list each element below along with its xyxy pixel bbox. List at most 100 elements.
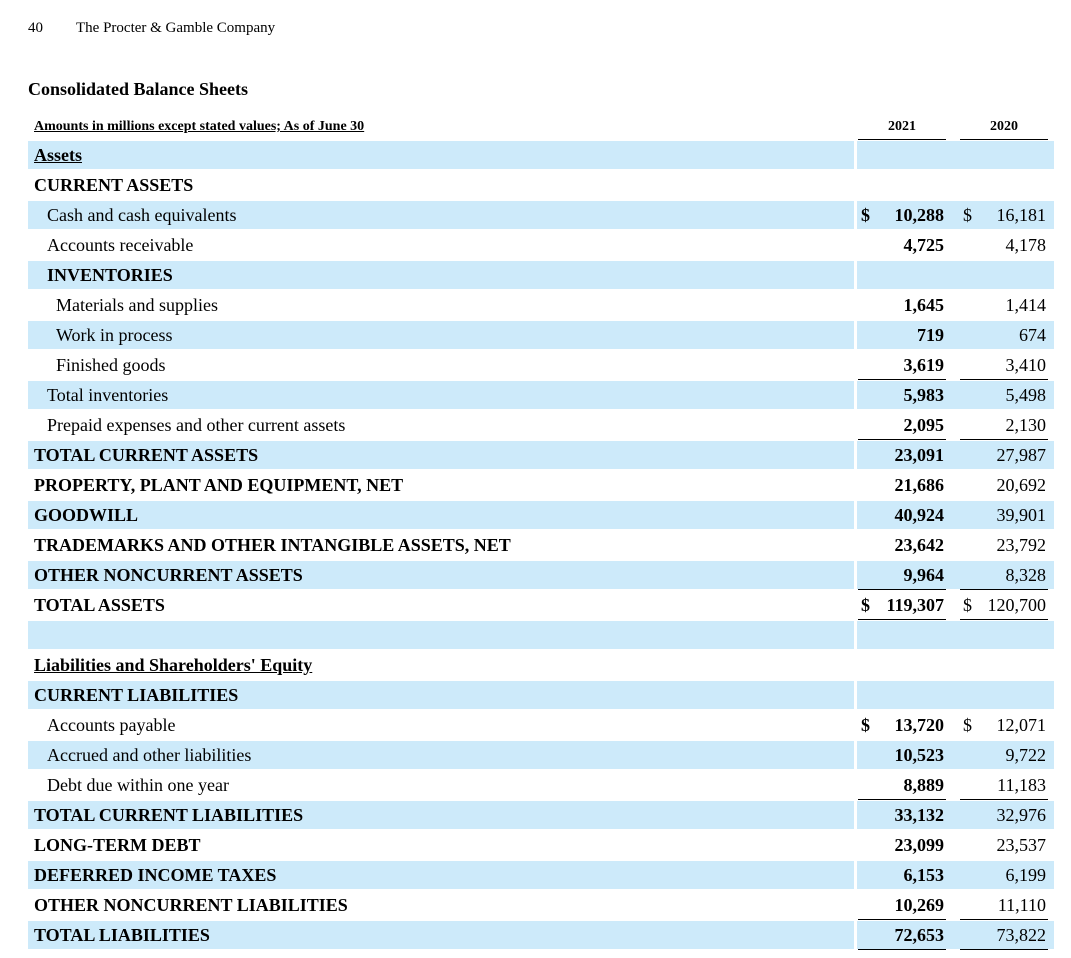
table-row: TOTAL ASSETS $119,307 $120,700 — [28, 590, 1054, 623]
amount: 9,964 — [903, 565, 945, 585]
amount: 10,523 — [894, 745, 945, 765]
amount: 6,199 — [1005, 865, 1047, 885]
table-row: INVENTORIES — [28, 260, 1054, 290]
column-gap — [854, 560, 857, 590]
row-label: DEFERRED INCOME TAXES — [34, 865, 277, 885]
table-row: GOODWILL 40,924 39,901 — [28, 500, 1054, 530]
amount: 4,178 — [1005, 235, 1047, 255]
table-row: TOTAL LIABILITIES 72,653 73,822 — [28, 920, 1054, 950]
value-2021: 719 — [858, 320, 944, 350]
column-gap — [854, 260, 857, 290]
row-label: TOTAL LIABILITIES — [34, 925, 210, 945]
amount: 2,130 — [1005, 415, 1047, 435]
row-label: Accrued and other liabilities — [47, 745, 252, 765]
column-gap — [854, 740, 857, 770]
table-row: TOTAL CURRENT LIABILITIES 33,132 32,976 — [28, 800, 1054, 830]
amount: 1,414 — [1005, 295, 1047, 315]
amount: 73,822 — [996, 925, 1047, 945]
page-header: 40 The Procter & Gamble Company — [28, 20, 275, 37]
currency-symbol: $ — [963, 205, 972, 225]
amount: 4,725 — [903, 235, 945, 255]
row-label: Materials and supplies — [56, 295, 218, 315]
value-2021: 2,095 — [858, 410, 946, 440]
value-2021: 23,099 — [858, 830, 945, 860]
row-label: CURRENT LIABILITIES — [34, 685, 239, 705]
amount: 12,071 — [996, 715, 1047, 735]
table-row: CURRENT ASSETS — [28, 170, 1054, 200]
value-2020: 5,498 — [960, 380, 1047, 410]
column-gap — [854, 680, 857, 710]
value-2021: 4,725 — [858, 230, 945, 260]
column-gap — [854, 620, 857, 650]
column-gap — [854, 860, 857, 890]
row-label: Accounts payable — [47, 715, 176, 735]
table-row: TOTAL CURRENT ASSETS 23,091 27,987 — [28, 440, 1054, 470]
value-2020: 6,199 — [960, 860, 1047, 890]
amount: 120,700 — [987, 595, 1047, 615]
table-row: Materials and supplies 1,645 1,414 — [28, 290, 1054, 320]
value-2020: 32,976 — [960, 800, 1047, 830]
currency-symbol: $ — [861, 205, 870, 225]
amount: 16,181 — [996, 205, 1047, 225]
column-gap — [854, 140, 857, 170]
value-2020: 9,722 — [960, 740, 1047, 770]
amount: 23,792 — [996, 535, 1047, 555]
value-2020: 674 — [960, 320, 1046, 350]
value-2021: 33,132 — [858, 800, 945, 830]
row-label: OTHER NONCURRENT ASSETS — [34, 565, 303, 585]
table-caption: Amounts in millions except stated values… — [34, 119, 365, 134]
row-label: Work in process — [56, 325, 173, 345]
table-row: Finished goods 3,619 3,410 — [28, 350, 1054, 380]
table-row: Total inventories 5,983 5,498 — [28, 380, 1054, 410]
value-2021: $13,720 — [858, 710, 944, 740]
value-2021: 3,619 — [858, 350, 946, 380]
table-row: Accrued and other liabilities 10,523 9,722 — [28, 740, 1054, 770]
amount: 21,686 — [894, 475, 945, 495]
currency-symbol: $ — [861, 715, 870, 735]
value-2020: 3,410 — [960, 350, 1048, 380]
table-row: Work in process 719 674 — [28, 320, 1054, 350]
row-label: PROPERTY, PLANT AND EQUIPMENT, NET — [34, 475, 404, 495]
amount: 3,410 — [1005, 355, 1047, 375]
table-row: Accounts receivable 4,725 4,178 — [28, 230, 1054, 260]
amount: 33,132 — [894, 805, 945, 825]
column-gap — [854, 500, 857, 530]
row-label: Total inventories — [47, 385, 169, 405]
currency-symbol: $ — [963, 595, 972, 615]
row-label: GOODWILL — [34, 505, 139, 525]
table-row — [28, 620, 1054, 650]
table-header-row: Amounts in millions except stated values… — [28, 112, 1054, 142]
row-label: TOTAL ASSETS — [34, 595, 165, 615]
table-row: CURRENT LIABILITIES — [28, 680, 1054, 710]
amount: 23,091 — [894, 445, 945, 465]
table-row: Assets — [28, 140, 1054, 170]
value-2020: $120,700 — [960, 590, 1048, 623]
amount: 8,889 — [903, 775, 945, 795]
amount: 11,183 — [997, 775, 1046, 795]
amount: 719 — [917, 325, 944, 345]
column-gap — [854, 200, 857, 230]
value-2021: $10,288 — [858, 200, 944, 230]
column-header-2020: 2020 — [960, 112, 1048, 142]
page-number: 40 — [28, 20, 43, 36]
table-row: PROPERTY, PLANT AND EQUIPMENT, NET 21,686… — [28, 470, 1054, 500]
currency-symbol: $ — [861, 595, 870, 615]
amount: 32,976 — [996, 805, 1047, 825]
column-gap — [854, 440, 857, 470]
column-gap — [854, 920, 857, 950]
value-2021: 8,889 — [858, 770, 946, 800]
value-2021: 23,642 — [858, 530, 945, 560]
row-label: Cash and cash equivalents — [47, 205, 237, 225]
value-2020: 73,822 — [960, 920, 1048, 950]
amount: 10,288 — [894, 205, 945, 225]
amount: 674 — [1019, 325, 1046, 345]
table-row: Prepaid expenses and other current asset… — [28, 410, 1054, 440]
table-row: TRADEMARKS AND OTHER INTANGIBLE ASSETS, … — [28, 530, 1054, 560]
amount: 23,642 — [894, 535, 945, 555]
amount: 20,692 — [996, 475, 1047, 495]
row-label: Finished goods — [56, 355, 166, 375]
amount: 2,095 — [903, 415, 945, 435]
value-2020: 1,414 — [960, 290, 1047, 320]
section-heading: Assets — [34, 145, 82, 165]
amount: 23,537 — [996, 835, 1047, 855]
